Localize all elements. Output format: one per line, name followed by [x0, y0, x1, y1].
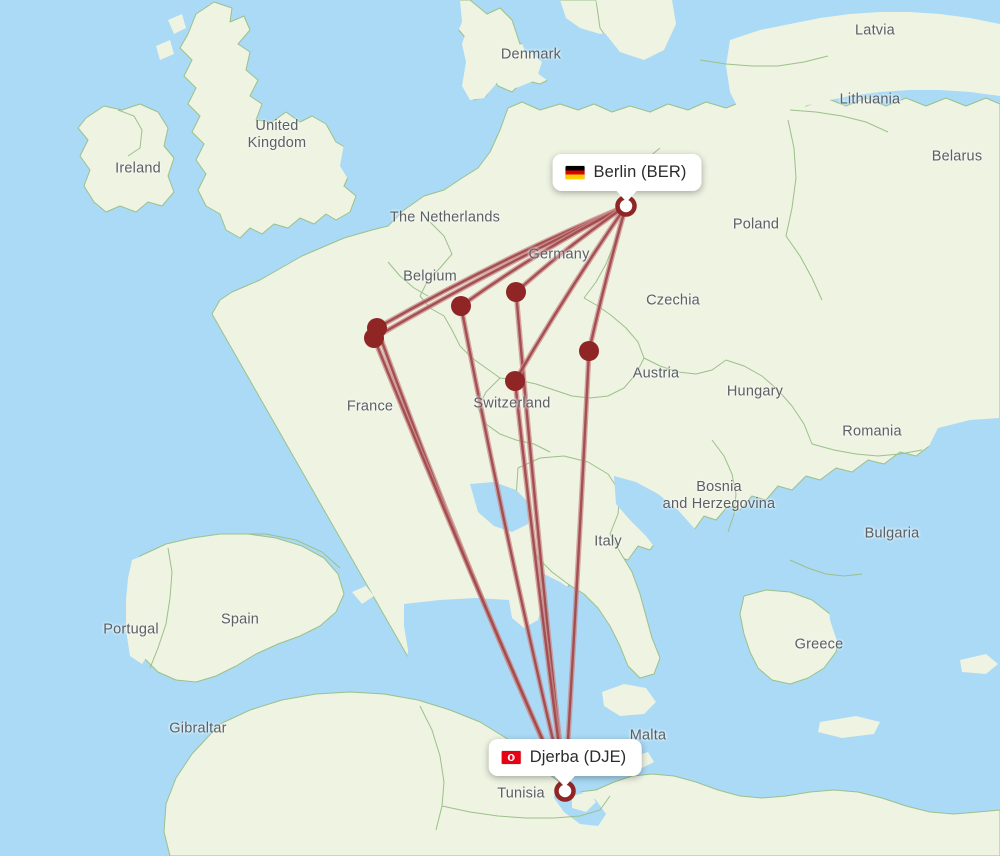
map-canvas: .land { fill:#eef3e2; stroke:#9cc08a; st… — [0, 0, 1000, 856]
germany-flag-icon — [565, 166, 585, 179]
flight-route-map[interactable]: .land { fill:#eef3e2; stroke:#9cc08a; st… — [0, 0, 1000, 856]
waypoint-munich[interactable] — [579, 341, 599, 361]
airport-tooltip-BER[interactable]: Berlin (BER) — [552, 154, 702, 202]
waypoint-frankfurt[interactable] — [506, 282, 526, 302]
airport-tooltip-label: Berlin (BER) — [593, 163, 687, 181]
waypoint-paris-ory[interactable] — [364, 328, 384, 348]
waypoint-zurich[interactable] — [505, 371, 525, 391]
tunisia-flag-icon — [501, 751, 521, 764]
airport-tooltip-label: Djerba (DJE) — [529, 748, 627, 766]
airport-tooltip-DJE[interactable]: Djerba (DJE) — [488, 739, 642, 787]
waypoint-luxembourg[interactable] — [451, 296, 471, 316]
